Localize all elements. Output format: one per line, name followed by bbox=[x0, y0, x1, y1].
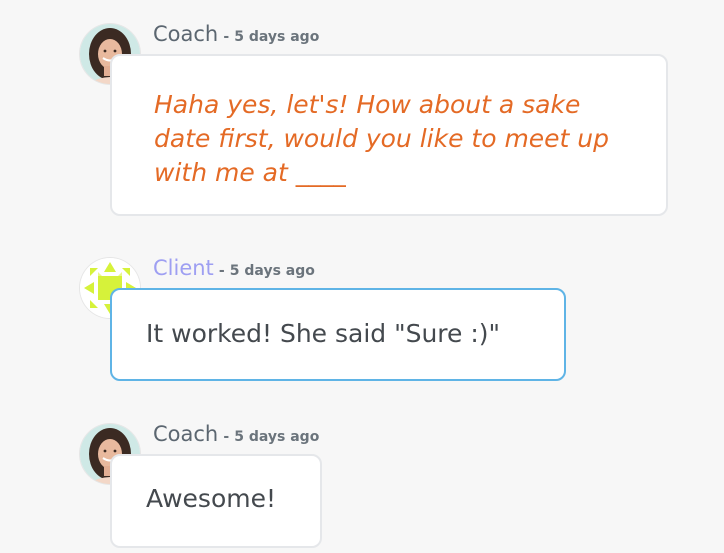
author-name[interactable]: Coach bbox=[153, 422, 218, 446]
message-text: It worked! She said "Sure :)" bbox=[146, 319, 501, 348]
message-coach-2: Coach - 5 days ago Awesome! bbox=[0, 420, 724, 553]
message-thread: Coach - 5 days ago Haha yes, let's! How … bbox=[0, 0, 724, 553]
message-bubble: Awesome! bbox=[110, 454, 322, 548]
timestamp: 5 days ago bbox=[234, 29, 320, 45]
timestamp: 5 days ago bbox=[234, 429, 320, 445]
separator: - bbox=[218, 263, 225, 279]
message-client-1: Client - 5 days ago It worked! She said … bbox=[0, 250, 724, 390]
author-name[interactable]: Client bbox=[153, 256, 214, 280]
message-coach-1: Coach - 5 days ago Haha yes, let's! How … bbox=[0, 0, 724, 220]
message-text: Haha yes, let's! How about a sake date f… bbox=[154, 88, 666, 190]
separator: - bbox=[223, 29, 230, 45]
author-name[interactable]: Coach bbox=[153, 22, 218, 46]
message-text: Awesome! bbox=[146, 484, 276, 513]
message-meta: Coach - 5 days ago bbox=[153, 22, 319, 46]
separator: - bbox=[223, 429, 230, 445]
message-bubble: Haha yes, let's! How about a sake date f… bbox=[110, 54, 668, 216]
message-meta: Client - 5 days ago bbox=[153, 256, 315, 280]
timestamp: 5 days ago bbox=[229, 263, 315, 279]
message-bubble: It worked! She said "Sure :)" bbox=[110, 288, 566, 381]
message-meta: Coach - 5 days ago bbox=[153, 422, 319, 446]
message-text-line: Haha yes, let's! How about a sake bbox=[154, 90, 581, 119]
message-text-line: date first, would you like to meet up bbox=[154, 124, 610, 153]
message-text-line: with me at ____ bbox=[154, 158, 346, 187]
